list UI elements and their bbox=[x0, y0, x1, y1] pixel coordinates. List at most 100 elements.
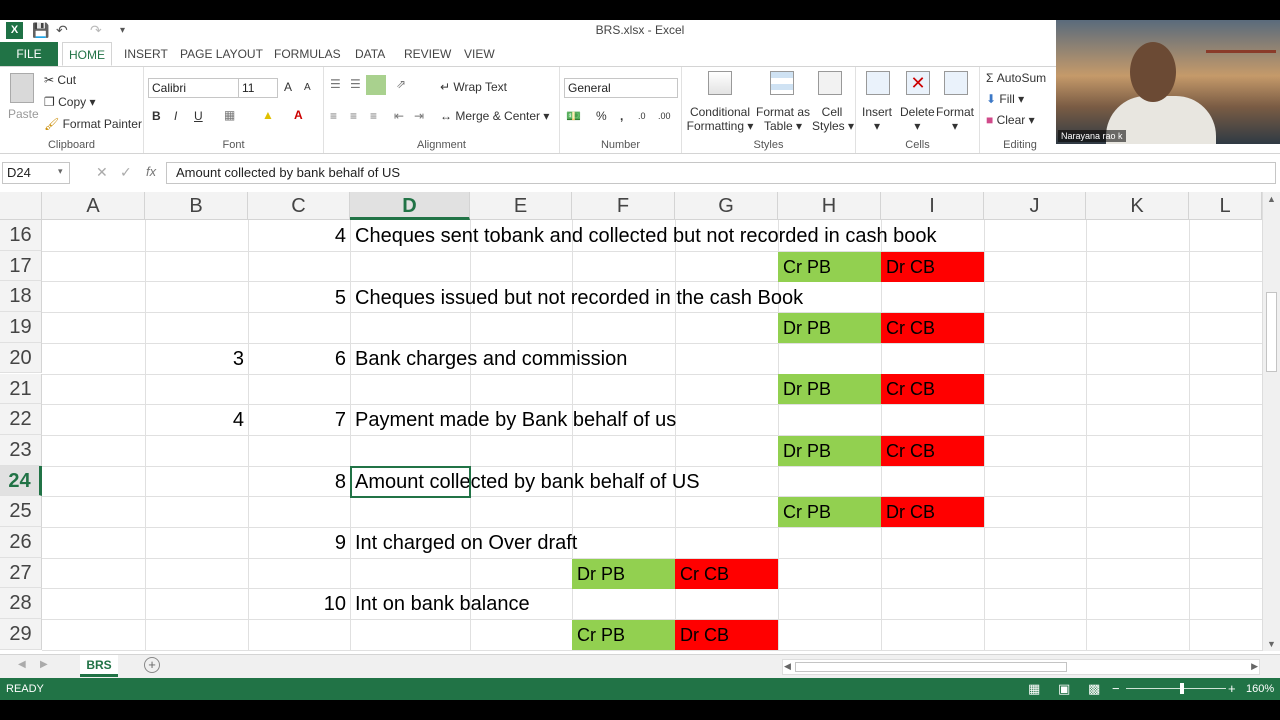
align-right-icon[interactable]: ≡ bbox=[370, 109, 377, 123]
next-sheet-icon[interactable]: ▶ bbox=[40, 659, 48, 670]
cancel-icon[interactable]: ✕ bbox=[96, 164, 108, 181]
merge-center-button[interactable]: ↔ Merge & Center ▾ bbox=[440, 109, 549, 123]
column-header-l[interactable]: L bbox=[1189, 192, 1262, 220]
zoom-out-icon[interactable]: − bbox=[1112, 681, 1120, 696]
row-header-23[interactable]: 23 bbox=[0, 434, 42, 466]
cell-c28[interactable]: 10 bbox=[248, 589, 350, 619]
currency-icon[interactable]: 💵 bbox=[566, 109, 581, 123]
cell-d20[interactable]: Bank charges and commission bbox=[355, 344, 627, 374]
borders-icon[interactable]: ▦ bbox=[224, 108, 235, 122]
scroll-left-icon[interactable]: ◀ bbox=[784, 661, 791, 672]
sheet-tab-brs[interactable]: BRS bbox=[80, 655, 118, 677]
column-header-h[interactable]: H bbox=[778, 192, 881, 220]
cell-g29[interactable]: Dr CB bbox=[675, 620, 778, 650]
select-all-corner[interactable] bbox=[0, 192, 42, 220]
increase-indent-icon[interactable]: ⇥ bbox=[414, 109, 424, 123]
align-left-icon[interactable]: ≡ bbox=[330, 109, 337, 123]
cell-d18[interactable]: Cheques issued but not recorded in the c… bbox=[355, 283, 803, 313]
top-align-icon[interactable]: ☰ bbox=[330, 77, 341, 91]
row-header-16[interactable]: 16 bbox=[0, 220, 42, 251]
format-button[interactable]: Format ▾ bbox=[936, 105, 974, 133]
font-size-select[interactable]: 11 bbox=[238, 78, 278, 98]
decrease-indent-icon[interactable]: ⇤ bbox=[394, 109, 404, 123]
row-header-29[interactable]: 29 bbox=[0, 619, 42, 650]
scroll-up-icon[interactable]: ▲ bbox=[1267, 194, 1276, 204]
fill-button[interactable]: ⬇ Fill ▾ bbox=[986, 92, 1024, 106]
cell-i21[interactable]: Cr CB bbox=[881, 374, 984, 404]
row-header-21[interactable]: 21 bbox=[0, 373, 42, 405]
row-header-27[interactable]: 27 bbox=[0, 557, 42, 589]
delete-button[interactable]: Delete ▾ bbox=[900, 105, 935, 133]
row-header-28[interactable]: 28 bbox=[0, 588, 42, 620]
cell-f29[interactable]: Cr PB bbox=[572, 620, 675, 650]
paste-button[interactable]: Paste bbox=[8, 107, 39, 121]
column-header-b[interactable]: B bbox=[145, 192, 248, 220]
cell-i23[interactable]: Cr CB bbox=[881, 436, 984, 466]
tab-data[interactable]: DATA bbox=[355, 42, 385, 66]
horizontal-scroll-thumb[interactable] bbox=[795, 662, 1067, 672]
row-header-26[interactable]: 26 bbox=[0, 527, 42, 558]
scroll-right-icon[interactable]: ▶ bbox=[1251, 661, 1258, 672]
shrink-font-icon[interactable]: A bbox=[304, 82, 311, 93]
row-header-25[interactable]: 25 bbox=[0, 496, 42, 527]
name-box-dropdown-icon[interactable]: ▾ bbox=[58, 166, 63, 177]
cell-styles-button[interactable]: Cell Styles ▾ bbox=[812, 105, 854, 133]
cell-h21[interactable]: Dr PB bbox=[778, 374, 881, 404]
orientation-icon[interactable]: ⇗ bbox=[396, 77, 406, 91]
cell-h17[interactable]: Cr PB bbox=[778, 252, 881, 282]
row-header-22[interactable]: 22 bbox=[0, 404, 42, 435]
page-layout-view-icon[interactable]: ▣ bbox=[1058, 681, 1070, 697]
cell-g27[interactable]: Cr CB bbox=[675, 559, 778, 589]
cell-c22[interactable]: 7 bbox=[248, 405, 350, 435]
cell-d22[interactable]: Payment made by Bank behalf of us bbox=[355, 405, 676, 435]
tab-view[interactable]: VIEW bbox=[464, 42, 495, 66]
font-color-icon[interactable]: A bbox=[294, 108, 303, 122]
worksheet-grid[interactable]: A B C D E F G H I J K L 16 17 18 19 20 21 22 23… bbox=[0, 192, 1262, 651]
column-header-a[interactable]: A bbox=[42, 192, 145, 220]
cell-h19[interactable]: Dr PB bbox=[778, 313, 881, 343]
cell-i19[interactable]: Cr CB bbox=[881, 313, 984, 343]
clear-button[interactable]: ■ Clear ▾ bbox=[986, 113, 1035, 127]
bold-button[interactable]: B bbox=[152, 109, 161, 123]
row-header-20[interactable]: 20 bbox=[0, 342, 42, 374]
vertical-scroll-thumb[interactable] bbox=[1266, 292, 1277, 372]
fill-color-icon[interactable]: ▲ bbox=[262, 108, 274, 122]
cell-b20[interactable]: 3 bbox=[145, 344, 248, 374]
column-header-k[interactable]: K bbox=[1086, 192, 1189, 220]
row-header-19[interactable]: 19 bbox=[0, 312, 42, 343]
column-header-f[interactable]: F bbox=[572, 192, 675, 220]
scroll-down-icon[interactable]: ▼ bbox=[1267, 639, 1276, 649]
insert-button[interactable]: Insert ▾ bbox=[862, 105, 892, 133]
prev-sheet-icon[interactable]: ◀ bbox=[18, 659, 26, 670]
zoom-level[interactable]: 160% bbox=[1246, 683, 1274, 695]
bottom-align-icon[interactable] bbox=[366, 75, 386, 95]
insert-function-button[interactable]: fx bbox=[146, 164, 156, 179]
cell-f27[interactable]: Dr PB bbox=[572, 559, 675, 589]
column-header-i[interactable]: I bbox=[881, 192, 984, 220]
italic-button[interactable]: I bbox=[174, 109, 177, 123]
wrap-text-button[interactable]: ↵ Wrap Text bbox=[440, 80, 507, 94]
zoom-slider-track[interactable] bbox=[1126, 688, 1226, 689]
tab-page-layout[interactable]: PAGE LAYOUT bbox=[180, 42, 263, 66]
cell-c18[interactable]: 5 bbox=[248, 283, 350, 313]
tab-insert[interactable]: INSERT bbox=[124, 42, 168, 66]
tab-home[interactable]: HOME bbox=[62, 42, 112, 66]
align-center-icon[interactable]: ≡ bbox=[350, 109, 357, 123]
row-header-17[interactable]: 17 bbox=[0, 250, 42, 282]
cut-button[interactable]: ✂ Cut bbox=[44, 73, 76, 87]
cell-i25[interactable]: Dr CB bbox=[881, 497, 984, 527]
cell-c16[interactable]: 4 bbox=[248, 221, 350, 251]
tab-file[interactable]: FILE bbox=[0, 42, 58, 66]
zoom-in-icon[interactable]: + bbox=[1228, 681, 1236, 696]
format-as-table-button[interactable]: Format as Table ▾ bbox=[756, 105, 810, 133]
decrease-decimal-icon[interactable]: .00 bbox=[658, 111, 671, 121]
row-header-18[interactable]: 18 bbox=[0, 281, 42, 313]
horizontal-scrollbar[interactable]: ◀ ▶ bbox=[782, 659, 1260, 675]
format-painter-button[interactable]: 🖌 Format Painter bbox=[44, 117, 142, 131]
cell-h23[interactable]: Dr PB bbox=[778, 436, 881, 466]
cell-d28[interactable]: Int on bank balance bbox=[355, 589, 530, 619]
formula-input[interactable]: Amount collected by bank behalf of US bbox=[166, 162, 1276, 184]
row-header-24[interactable]: 24 bbox=[0, 465, 42, 497]
paste-icon[interactable] bbox=[10, 73, 34, 103]
cell-i17[interactable]: Dr CB bbox=[881, 252, 984, 282]
